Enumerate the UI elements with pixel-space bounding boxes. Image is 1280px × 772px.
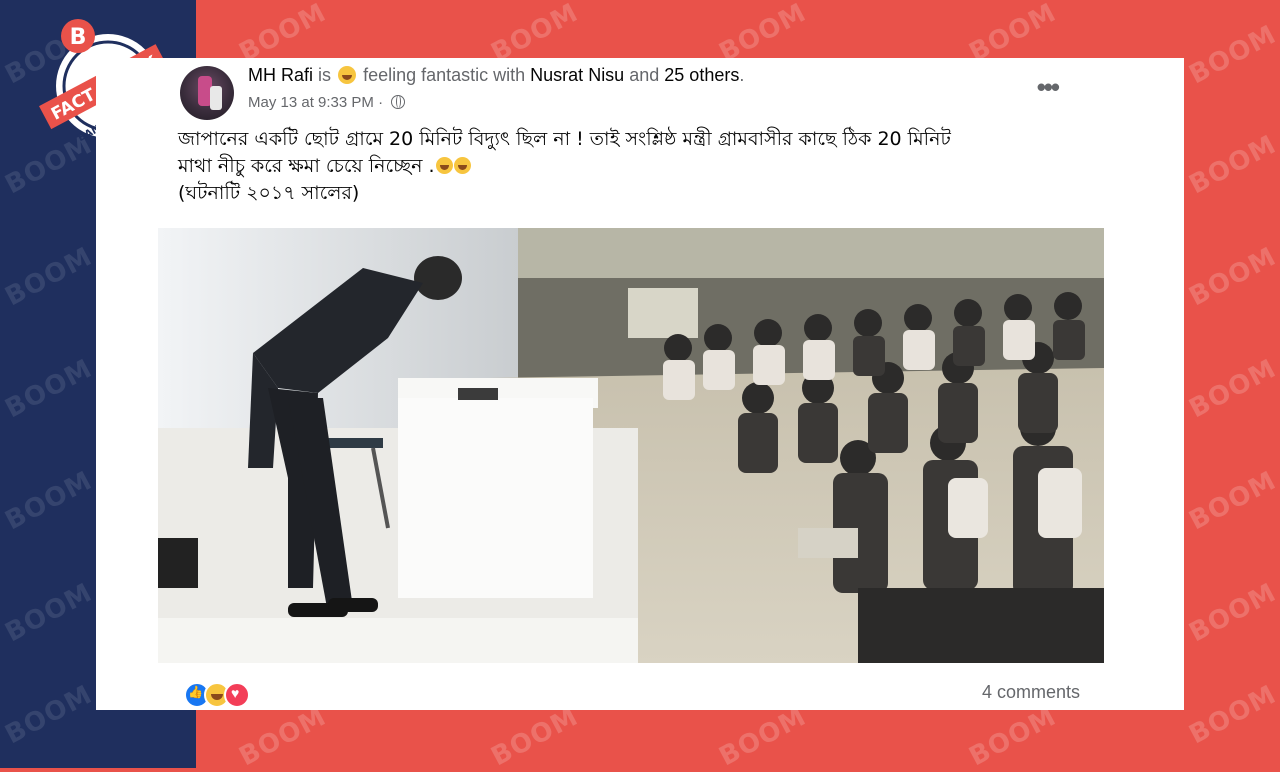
comments-count[interactable]: 4 comments xyxy=(982,682,1080,703)
laughing-emoji-icon xyxy=(435,157,453,174)
feeling-text: feeling fantastic with xyxy=(363,65,526,85)
meta-separator: · xyxy=(378,94,384,111)
post-photo[interactable] xyxy=(158,228,1104,663)
tagged-others-link[interactable]: 25 others xyxy=(664,65,739,85)
post-meta: May 13 at 9:33 PM · xyxy=(248,94,406,111)
and-text: and xyxy=(629,65,660,85)
grinning-emoji-icon xyxy=(453,157,471,174)
feeling-emoji-icon xyxy=(338,66,357,84)
post-text: জাপানের একটি ছোট গ্রামে 20 মিনিট বিদ্যুৎ… xyxy=(178,126,1098,207)
is-text: is xyxy=(318,65,332,85)
author-name[interactable]: MH Rafi xyxy=(248,65,313,85)
post-text-line: জাপানের একটি ছোট গ্রামে 20 মিনিট বিদ্যুৎ… xyxy=(178,128,951,150)
logo-badge-letter: B xyxy=(70,25,87,50)
post-text-line-content: মাথা নীচু করে ক্ষমা চেয়ে নিচ্ছেন . xyxy=(178,155,435,177)
header-period: . xyxy=(739,65,745,85)
love-icon xyxy=(224,682,250,708)
more-options-icon[interactable]: ••• xyxy=(1037,72,1060,103)
post-text-line: মাথা নীচু করে ক্ষমা চেয়ে নিচ্ছেন . xyxy=(178,153,1098,180)
post-header: MH Rafi is feeling fantastic with Nusrat… xyxy=(248,65,744,86)
post-timestamp[interactable]: May 13 at 9:33 PM xyxy=(248,94,374,111)
post-text-line: (ঘটনাটি ২০১৭ সালের) xyxy=(178,182,360,204)
author-avatar[interactable] xyxy=(180,66,234,120)
facebook-post-card: MH Rafi is feeling fantastic with Nusrat… xyxy=(96,58,1184,710)
tagged-person[interactable]: Nusrat Nisu xyxy=(530,65,624,85)
post-container: MH Rafi is feeling fantastic with Nusrat… xyxy=(158,58,1104,710)
globe-icon[interactable] xyxy=(391,95,406,109)
